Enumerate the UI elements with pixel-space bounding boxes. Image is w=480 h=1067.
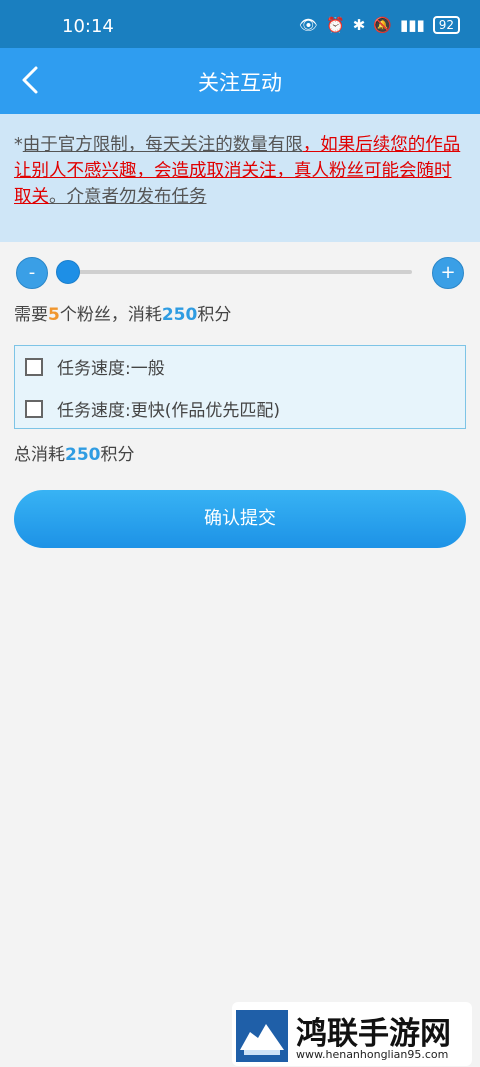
option-faster-speed[interactable]: 任务速度:更快(作品优先匹配) bbox=[25, 396, 280, 421]
bluetooth-icon: ✱ bbox=[352, 16, 366, 34]
total-points: 250 bbox=[65, 445, 101, 465]
option-faster-label: 任务速度:更快(作品优先匹配) bbox=[57, 401, 280, 421]
mute-icon: 🔕 bbox=[373, 16, 392, 34]
notice-banner: *由于官方限制，每天关注的数量有限，如果后续您的作品让别人不感兴趣，会造成取消关… bbox=[0, 114, 480, 242]
checkbox-faster[interactable] bbox=[25, 399, 43, 418]
checkbox-normal[interactable] bbox=[25, 357, 43, 376]
slider-thumb[interactable] bbox=[56, 260, 80, 284]
submit-button[interactable]: 确认提交 bbox=[14, 490, 466, 548]
need-middle: 个粉丝，消耗 bbox=[59, 305, 162, 325]
total-cost: 总消耗250积分 bbox=[14, 440, 135, 465]
total-unit: 积分 bbox=[100, 445, 135, 465]
fans-count: 5 bbox=[48, 305, 60, 325]
need-label: 需要 bbox=[14, 305, 48, 325]
slider-track[interactable] bbox=[56, 270, 412, 274]
increase-button[interactable]: + bbox=[432, 257, 464, 289]
eye-icon: 👁 bbox=[298, 16, 318, 34]
signal-icon: ▮▮▮ bbox=[399, 16, 425, 34]
notice-prefix: * bbox=[14, 135, 23, 155]
status-time: 10:14 bbox=[62, 16, 114, 37]
watermark-title: 鸿联手游网 bbox=[296, 1016, 451, 1052]
bull-logo-icon bbox=[236, 1010, 288, 1062]
alarm-icon: ⏰ bbox=[326, 16, 345, 34]
speed-options: 任务速度:一般 任务速度:更快(作品优先匹配) bbox=[14, 345, 466, 429]
need-summary: 需要5个粉丝，消耗250积分 bbox=[14, 300, 231, 325]
notice-part3: 。介意者勿发布任务 bbox=[49, 187, 207, 207]
decrease-button[interactable]: - bbox=[16, 257, 48, 289]
site-watermark: 鸿联手游网 www.henanhonglian95.com bbox=[232, 1002, 472, 1066]
option-normal-speed[interactable]: 任务速度:一般 bbox=[25, 354, 165, 379]
app-bar: 关注互动 bbox=[0, 48, 480, 114]
notice-part1: 由于官方限制，每天关注的数量有限 bbox=[22, 135, 303, 155]
notice-text: *由于官方限制，每天关注的数量有限，如果后续您的作品让别人不感兴趣，会造成取消关… bbox=[0, 114, 480, 210]
points-cost: 250 bbox=[161, 305, 198, 325]
page-title: 关注互动 bbox=[198, 71, 282, 95]
status-icons: 👁 ⏰ ✱ 🔕 ▮▮▮ 92 bbox=[299, 16, 460, 34]
status-bar: 10:14 👁 ⏰ ✱ 🔕 ▮▮▮ 92 bbox=[0, 0, 480, 48]
option-normal-label: 任务速度:一般 bbox=[57, 359, 165, 379]
points-unit: 积分 bbox=[197, 305, 232, 325]
battery-icon: 92 bbox=[432, 16, 460, 34]
total-label: 总消耗 bbox=[14, 445, 65, 465]
watermark-url: www.henanhonglian95.com bbox=[296, 1048, 449, 1061]
fans-slider: - + bbox=[0, 255, 480, 289]
